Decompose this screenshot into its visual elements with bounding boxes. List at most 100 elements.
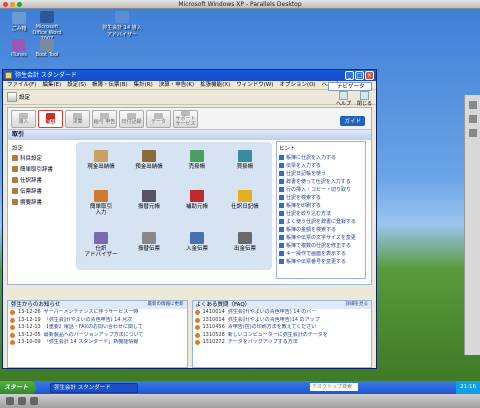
close-panel-button[interactable]: 閉じる [357, 91, 372, 107]
settings-item-journal-dictionary[interactable]: 仕訳辞書 [12, 176, 72, 184]
minimize-icon[interactable] [10, 2, 15, 7]
settings-item-simple-dictionary[interactable]: 簡単取引辞書 [12, 165, 72, 173]
app-window: 弥生会計 スタンダード _ □ × ファイル(F) 編集(E) 設定(S) 帳簿… [2, 69, 377, 369]
guide-button[interactable]: ガイド [340, 116, 365, 126]
grid-item-transfer-voucher[interactable]: 振替伝票 [130, 232, 168, 252]
sub-ledger-icon [190, 190, 204, 202]
minimize-button[interactable]: _ [345, 71, 354, 80]
desktop-icon-boot-tool[interactable]: Boot Tool [30, 39, 64, 58]
hint-icon [279, 179, 284, 184]
news-refresh-link[interactable]: 最新の情報に更新 [148, 301, 184, 309]
book-icon [12, 177, 18, 183]
settings-item-accounts[interactable]: 科目設定 [12, 154, 72, 162]
tab-data[interactable]: データ [146, 110, 171, 128]
yayoi-icon [115, 11, 129, 23]
news-list: 弥生からのお知らせ 最新の情報に更新 13-12-26 サーバーメンテナンスに伴うサ… [7, 300, 188, 368]
tool-icon[interactable] [468, 115, 477, 123]
host-window-controls[interactable] [3, 2, 22, 7]
hint-link[interactable]: 伝票を入力する [279, 162, 363, 170]
tab-records[interactable]: 日付記録 [119, 110, 144, 128]
tab-support[interactable]: サポート サービス [173, 110, 198, 128]
list-item[interactable]: 13-12-13 【重要】電話・FAXのお問い合わせに関して [8, 324, 187, 332]
menu-books[interactable]: 帳簿・伝票(B) [92, 81, 128, 89]
taskbar-item-yayoi[interactable]: 弥生会計 スタンダード [50, 382, 139, 393]
list-item[interactable]: 13-10-09 「弥生会計 14 スタンダード」新機能情報 [8, 339, 187, 347]
zoom-icon[interactable] [17, 2, 22, 7]
grid-item-cash-book[interactable]: 現金出納帳 [82, 150, 120, 170]
status-icon[interactable] [6, 397, 14, 405]
tab-intro[interactable]: 導入 [11, 110, 36, 128]
grid-item-simple-entry[interactable]: 簡単取引 入力 [82, 190, 120, 216]
grid-item-payables[interactable]: 買掛帳 [226, 150, 264, 170]
grid-item-transfer-ledger[interactable]: 振替元帳 [130, 190, 168, 210]
desktop-icon-yayoi-advisor[interactable]: 弥生会計 14 導入アドバイザー [100, 11, 144, 38]
tab-payroll[interactable]: 給与 申告 [92, 110, 117, 128]
list-item[interactable]: 13-12-05 最新製品へのバージョンアップ方法について [8, 332, 187, 340]
hint-icon [279, 259, 284, 264]
grid-item-sub-ledger[interactable]: 補助元帳 [178, 190, 216, 210]
list-item[interactable]: 1310456 青申告(控)の印刷方法を教えてください [193, 324, 372, 332]
hint-link[interactable]: 帳簿の金額を検索する [279, 226, 363, 234]
settings-item-voucher-dictionary[interactable]: 伝票辞書 [12, 187, 72, 195]
menu-edit[interactable]: 編集(E) [42, 81, 61, 89]
close-button[interactable]: × [365, 71, 374, 80]
tool-icon[interactable] [468, 101, 477, 109]
list-item[interactable]: 13-12-19 「弥生会計(やよいの青色申告) 14 月次 [8, 317, 187, 325]
hint-link[interactable]: 行の挿入・コピー・切り取り [279, 186, 363, 194]
hint-link[interactable]: よく使う仕訳を辞書に登録する [279, 218, 363, 226]
desktop-search-input[interactable]: デスクトップ検索 [310, 383, 358, 391]
start-button[interactable]: スタート [0, 381, 37, 394]
deposit-book-icon [142, 150, 156, 162]
hint-link[interactable]: 帳簿を印刷する [279, 202, 363, 210]
navigator-button[interactable]: ナビゲータ [328, 82, 372, 91]
grid-item-journal[interactable]: 仕訳日記帳 [226, 190, 264, 210]
tab-transactions[interactable]: 取引 [38, 110, 63, 128]
status-icon[interactable] [18, 397, 26, 405]
menu-file[interactable]: ファイル(F) [7, 81, 36, 89]
hint-link[interactable]: 帳簿や伝票の文字サイズを変更 [279, 234, 363, 242]
tool-icon[interactable] [468, 129, 477, 137]
hints-header: ヒント [279, 146, 296, 152]
menu-extensions[interactable]: 拡張機能(X) [200, 81, 230, 89]
home-button[interactable]: 設定 [7, 92, 30, 102]
hint-link[interactable]: 仕訳を検索する [279, 194, 363, 202]
tab-closing[interactable]: 決算 [65, 110, 90, 128]
hint-icon [279, 219, 284, 224]
maximize-button[interactable]: □ [355, 71, 364, 80]
menu-options[interactable]: オプション(O) [279, 81, 315, 89]
boot-tool-icon [40, 39, 54, 51]
status-icon[interactable] [30, 397, 38, 405]
window-title-bar[interactable]: 弥生会計 スタンダード _ □ × [3, 70, 376, 81]
toolbar: 設定 [3, 90, 376, 105]
list-item[interactable]: 1310272 データをバックアップする方法 [193, 339, 372, 347]
menu-aggregate[interactable]: 集計(R) [134, 81, 153, 89]
grid-item-receivables[interactable]: 売掛帳 [178, 150, 216, 170]
hint-icon [279, 203, 284, 208]
list-item[interactable]: 1410014 弥生会計(やよいの青色申告) 14 のバー [193, 309, 372, 317]
menu-settings[interactable]: 設定(S) [67, 81, 86, 89]
grid-item-receipt-voucher[interactable]: 入金伝票 [178, 232, 216, 252]
grid-item-payment-voucher[interactable]: 出金伝票 [226, 232, 264, 252]
hint-link[interactable]: 仕訳日記帳を使う [279, 170, 363, 178]
quick-navigator-panel: 導入 取引 決算 給与 申告 日付記録 データ サポート サービス ガイド 取引… [7, 107, 372, 285]
grid-item-journal-advisor[interactable]: 仕訳 アドバイザー [82, 232, 120, 258]
hint-link[interactable]: 帳簿や伝票番号を変更する [279, 258, 363, 266]
hint-link[interactable]: 仕訳を絞り込む方法 [279, 210, 363, 218]
hint-link[interactable]: キー操作で画面を表示する [279, 250, 363, 258]
hint-link[interactable]: 辞書を使って仕訳を入力する [279, 178, 363, 186]
close-icon[interactable] [3, 2, 8, 7]
hint-icon [279, 243, 284, 248]
section-title: 取引 [8, 130, 371, 140]
faq-more-link[interactable]: 詳細を見る [346, 301, 369, 309]
hint-link[interactable]: 帳簿で複数の仕訳を修正する [279, 242, 363, 250]
desktop-icon-word[interactable]: Microsoft Office Word 2007 [30, 11, 64, 42]
list-item[interactable]: 1310014 弥生会計(やよいの青色申告)14 のアップ [193, 317, 372, 325]
list-item[interactable]: 13-12-26 サーバーメンテナンスに伴うサービス一時 [8, 309, 187, 317]
settings-item-summary-dictionary[interactable]: 摘要辞書 [12, 198, 72, 206]
list-item[interactable]: 1310528 新しいコンピューターに弥生会計のデータを [193, 332, 372, 340]
menu-window[interactable]: ウィンドウ(W) [236, 81, 273, 89]
grid-item-deposit-book[interactable]: 預金出納帳 [130, 150, 168, 170]
menu-closing[interactable]: 決算・申告(K) [159, 81, 194, 89]
help-button[interactable]: ヘルプ [336, 91, 351, 107]
hint-link[interactable]: 帳簿に仕訳を入力する [279, 154, 363, 162]
